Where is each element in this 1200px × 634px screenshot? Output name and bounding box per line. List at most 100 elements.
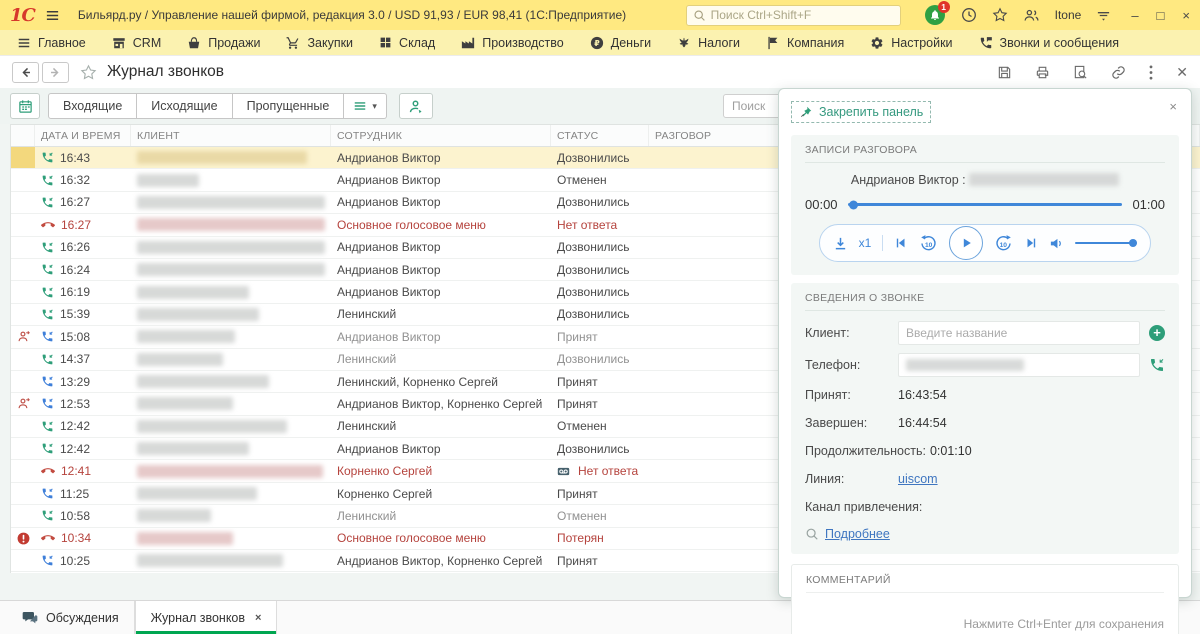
row-status-cell: Дозвонились	[551, 304, 649, 325]
link-icon[interactable]	[1111, 65, 1126, 80]
tab-discussions[interactable]: Обсуждения	[6, 601, 135, 634]
row-client-cell	[131, 371, 331, 392]
call-status: Отменен	[557, 509, 607, 523]
menubar: ГлавноеCRMПродажиЗакупкиСклад Производств…	[0, 30, 1200, 56]
details-link[interactable]: Подробнее	[825, 527, 890, 541]
redacted-phone-number	[969, 173, 1119, 186]
call-time: 12:53	[60, 397, 90, 411]
row-datetime-cell: 16:43	[35, 147, 131, 168]
service-menu-icon[interactable]	[1096, 8, 1111, 23]
global-search[interactable]	[686, 5, 901, 26]
volume-icon[interactable]	[1049, 236, 1064, 251]
filter-incoming-button[interactable]: Входящие	[48, 93, 137, 119]
call-time: 12:42	[60, 419, 90, 433]
tab-close-icon[interactable]: ×	[255, 612, 261, 624]
menu-item-9[interactable]: Настройки	[857, 30, 965, 55]
menu-item-5[interactable]: Производство	[448, 30, 577, 55]
call-time: 12:41	[61, 464, 91, 478]
column-employee[interactable]: СОТРУДНИК	[331, 125, 551, 146]
rewind-10-icon[interactable]: 10	[919, 234, 938, 253]
menu-item-label: Звонки и сообщения	[1000, 36, 1120, 50]
filter-list-dropdown[interactable]: ▾	[344, 93, 387, 119]
menu-item-1[interactable]: CRM	[99, 30, 174, 55]
pin-panel-button[interactable]: Закрепить панель	[791, 101, 931, 123]
save-icon[interactable]	[997, 65, 1012, 80]
column-marker[interactable]	[11, 125, 35, 146]
notifications-button[interactable]: 1	[925, 5, 946, 26]
row-client-cell	[131, 349, 331, 370]
preview-icon[interactable]	[1073, 65, 1088, 80]
menu-item-2[interactable]: Продажи	[174, 30, 273, 55]
history-icon[interactable]	[961, 7, 977, 23]
forward-10-icon[interactable]: 10	[994, 234, 1013, 253]
employee-name: Основное голосовое меню	[337, 531, 486, 545]
menu-item-4[interactable]: Склад	[366, 30, 448, 55]
main-menu-icon[interactable]	[45, 8, 60, 23]
row-marker-cell	[11, 326, 35, 347]
redacted-client	[137, 286, 249, 299]
line-link[interactable]: uiscom	[898, 472, 938, 486]
menu-item-10[interactable]: Звонки и сообщения	[966, 30, 1133, 55]
incoming-call-icon	[41, 554, 54, 567]
row-employee-cell: Андрианов Виктор	[331, 281, 551, 302]
tab-call-journal[interactable]: Журнал звонков ×	[135, 601, 278, 634]
filter-outgoing-button[interactable]: Исходящие	[137, 93, 232, 119]
row-status-cell: Отменен	[551, 169, 649, 190]
row-employee-cell: Андрианов Виктор	[331, 237, 551, 258]
missed-call-icon	[41, 531, 55, 545]
skip-start-icon[interactable]	[894, 236, 908, 250]
skip-end-icon[interactable]	[1024, 236, 1038, 250]
employee-name: Андрианов Виктор	[337, 240, 441, 254]
favorites-star-icon[interactable]	[992, 7, 1008, 23]
comment-hint: Нажмите Ctrl+Enter для сохранения	[806, 617, 1164, 631]
menu-item-0[interactable]: Главное	[4, 30, 99, 55]
menu-item-6[interactable]: ₽Деньги	[577, 30, 664, 55]
row-datetime-cell: 10:58	[35, 505, 131, 526]
minimize-button[interactable]: –	[1131, 8, 1138, 23]
client-input[interactable]	[906, 326, 1132, 340]
print-icon[interactable]	[1035, 65, 1050, 80]
call-time: 10:58	[60, 509, 90, 523]
comment-card[interactable]: КОММЕНТАРИЙ Нажмите Ctrl+Enter для сохра…	[791, 564, 1179, 634]
menu-item-label: Компания	[787, 36, 844, 50]
current-user[interactable]: Itone	[1055, 8, 1082, 22]
app-title: Бильярд.ру / Управление нашей фирмой, ре…	[78, 8, 626, 22]
column-client[interactable]: КЛИЕНТ	[131, 125, 331, 146]
redacted-client	[137, 442, 249, 455]
call-filter-group: Входящие Исходящие Пропущенные ▾	[48, 93, 387, 119]
playback-speed[interactable]: x1	[859, 236, 872, 250]
close-window-button[interactable]: ×	[1182, 8, 1190, 23]
row-client-cell	[131, 304, 331, 325]
play-button[interactable]	[949, 226, 983, 260]
add-client-button[interactable]: +	[1149, 325, 1165, 341]
close-panel-icon[interactable]: ×	[1169, 99, 1177, 114]
close-page-icon[interactable]: ✕	[1176, 64, 1188, 81]
incoming-call-icon	[41, 420, 54, 433]
forward-button[interactable]	[42, 62, 69, 83]
column-datetime[interactable]: ДАТА И ВРЕМЯ	[35, 125, 131, 146]
redacted-client	[137, 420, 287, 433]
maximize-button[interactable]: □	[1157, 8, 1165, 23]
volume-slider[interactable]	[1075, 242, 1137, 244]
row-datetime-cell: 16:24	[35, 259, 131, 280]
call-phone-icon[interactable]	[1149, 357, 1165, 373]
playback-slider[interactable]	[848, 203, 1123, 206]
menu-item-7[interactable]: Налоги	[664, 30, 753, 55]
calendar-filter-button[interactable]	[10, 93, 40, 119]
global-search-input[interactable]	[711, 8, 894, 22]
more-actions-icon[interactable]	[1149, 65, 1153, 80]
column-status[interactable]: СТАТУС	[551, 125, 649, 146]
menu-item-3[interactable]: Закупки	[273, 30, 366, 55]
menu-item-label: Производство	[482, 36, 564, 50]
favorite-star-icon[interactable]	[80, 64, 97, 81]
users-icon[interactable]	[1023, 7, 1040, 24]
download-icon[interactable]	[833, 236, 848, 251]
call-status: Дозвонились	[557, 285, 630, 299]
redacted-client	[137, 196, 325, 209]
filter-missed-button[interactable]: Пропущенные	[233, 93, 345, 119]
menu-item-8[interactable]: Компания	[753, 30, 857, 55]
back-button[interactable]	[12, 62, 39, 83]
row-employee-cell: Андрианов Виктор	[331, 259, 551, 280]
call-time: 16:24	[60, 263, 90, 277]
employee-filter-button[interactable]	[399, 93, 433, 119]
